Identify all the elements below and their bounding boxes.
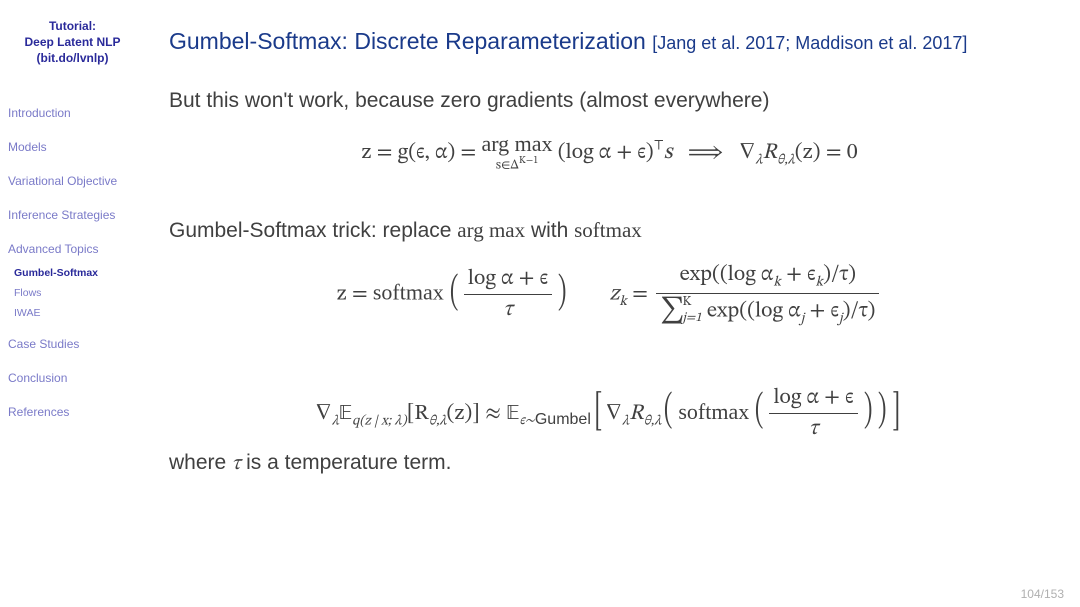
p2-a: Gumbel-Softmax trick: replace: [169, 219, 457, 242]
title-main: Gumbel-Softmax: Discrete Reparameterizat…: [169, 28, 646, 54]
eq1-z: (z) = 0: [795, 142, 858, 164]
paragraph-1: But this won't work, because zero gradie…: [169, 89, 1050, 113]
eq2b-k: k: [619, 295, 627, 309]
eq3-num: log α + ϵ: [769, 384, 857, 414]
nav-sub-flows[interactable]: Flows: [14, 286, 137, 300]
slide: Tutorial: Deep Latent NLP (bit.do/lvnlp)…: [0, 0, 1080, 607]
eq1-implies: ⟹: [688, 142, 723, 164]
eq3-lambda1: λ: [332, 414, 339, 428]
nav-sub-iwae[interactable]: IWAE: [14, 306, 137, 320]
eq2b-num-k: k: [773, 276, 781, 290]
title-line1: Tutorial:: [49, 19, 96, 33]
eq2a-den: τ: [504, 299, 513, 321]
eq2a-num: log α + ϵ: [464, 265, 552, 295]
eq1-top: ⊤: [654, 140, 664, 154]
paragraph-2: Gumbel-Softmax trick: replace arg max wi…: [169, 218, 1050, 243]
nav-advanced-topics[interactable]: Advanced Topics: [8, 241, 137, 257]
eq2b-num-a: exp((log α: [680, 264, 774, 286]
equation-gradient-approx: ∇λ𝔼q(z | x; λ)[Rθ,λ(z)] ≈ 𝔼ϵ∼Gumbel[∇λRθ…: [169, 384, 1050, 443]
eq2b-den-c: )/τ): [843, 300, 876, 322]
eq3-q: q(z | x; λ): [352, 414, 407, 428]
title-line3: (bit.do/lvnlp): [37, 51, 109, 65]
sidebar: Tutorial: Deep Latent NLP (bit.do/lvnlp)…: [0, 0, 145, 607]
eq3-tl1: θ,λ: [429, 414, 447, 428]
eq2b-num-b: + ϵ: [781, 264, 816, 286]
eq3-tl2: θ,λ: [644, 414, 662, 428]
equation-argmax: z = g(ϵ, α) = arg max s∈ΔK−1 (log α + ϵ)…: [169, 131, 1050, 174]
eq1-lhs: z = g(ϵ, α) =: [361, 142, 481, 164]
slide-title: Gumbel-Softmax: Discrete Reparameterizat…: [169, 28, 1050, 55]
p3-a: where: [169, 451, 232, 474]
eq3-z2: (z)] ≈: [447, 403, 507, 425]
equation-softmax-def: z = softmax ( log α + ϵ τ ) zk = exp((lo…: [169, 261, 1050, 327]
eq1-s: s: [664, 142, 673, 164]
nav-models[interactable]: Models: [8, 139, 137, 155]
eq2b-den-a: exp((log α: [702, 300, 801, 322]
nav-introduction[interactable]: Introduction: [8, 105, 137, 121]
eq3-den: τ: [809, 418, 818, 440]
eq1-theta-lambda: θ,λ: [777, 153, 795, 167]
eq2b-num-c: )/τ): [823, 264, 856, 286]
eq1-argmax-sub: s∈Δ: [496, 159, 519, 172]
eq2b-sigma-sub: j=1: [683, 311, 702, 327]
eq2b-sigma: ∑: [660, 298, 684, 324]
eq3-softmax: softmax: [678, 399, 749, 424]
nav-case-studies[interactable]: Case Studies: [8, 336, 137, 352]
p3-b: is a temperature term.: [240, 451, 451, 474]
nav-inference-strategies[interactable]: Inference Strategies: [8, 207, 137, 223]
nav-sub-gumbel-softmax[interactable]: Gumbel-Softmax: [14, 266, 137, 280]
eq3-E2: 𝔼: [506, 403, 519, 425]
eq2b-eq: =: [627, 284, 653, 306]
nav-references[interactable]: References: [8, 404, 137, 420]
eq2b-num-k2: k: [816, 276, 824, 290]
eq3-E1: 𝔼: [339, 403, 352, 425]
eq1-argmax: arg max: [481, 131, 552, 157]
tutorial-title: Tutorial: Deep Latent NLP (bit.do/lvnlp): [8, 18, 137, 67]
nav-conclusion[interactable]: Conclusion: [8, 370, 137, 386]
eq1-argmax-K: K−1: [519, 156, 538, 166]
p2-argmax: arg max: [457, 218, 525, 242]
page-number: 104/153: [1021, 587, 1064, 601]
paragraph-3: where τ is a temperature term.: [169, 451, 1050, 477]
content: Gumbel-Softmax: Discrete Reparameterizat…: [145, 0, 1080, 607]
eq2a-lhs: z =: [337, 284, 373, 306]
eq2b-lhs: z: [609, 284, 619, 306]
nav-variational-objective[interactable]: Variational Objective: [8, 173, 137, 189]
page-total: 153: [1044, 587, 1064, 601]
eq3-grad1: ∇: [315, 403, 331, 425]
eq2b-sigma-sup: K: [683, 295, 702, 311]
title-citation: [Jang et al. 2017; Maddison et al. 2017]: [652, 33, 967, 53]
p2-b: with: [525, 219, 574, 242]
eq3-R2: R: [629, 403, 644, 425]
eq1-body: (log α + ϵ): [558, 142, 654, 164]
eq1-grad: ∇: [739, 142, 755, 164]
eq3-Rz: [R: [407, 403, 429, 425]
eq2a-softmax: softmax: [373, 280, 444, 305]
p2-softmax: softmax: [574, 218, 642, 242]
eq1-R: R: [763, 142, 778, 164]
eq3-grad2: ∇: [606, 403, 622, 425]
eq2b-den-b: + ϵ: [804, 300, 839, 322]
eq1-lambda: λ: [755, 153, 762, 167]
title-line2: Deep Latent NLP: [24, 35, 120, 49]
page-current: 104: [1021, 587, 1041, 601]
